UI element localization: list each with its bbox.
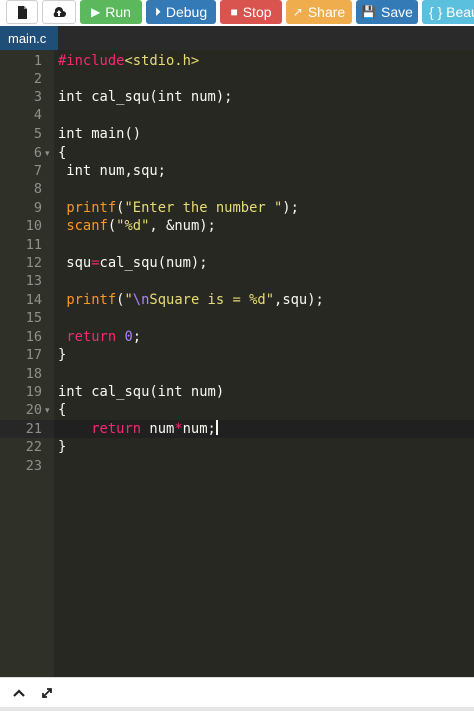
code-line-20: { [58,402,67,418]
expand-icon[interactable] [38,684,56,702]
fold-marker-icon[interactable]: ▾ [45,401,50,419]
save-icon: 💾 [361,5,377,19]
upload-icon [53,6,66,17]
line-number: 5 [33,126,42,142]
debug-button[interactable]: ⏵ Debug [146,0,216,24]
new-file-button[interactable] [6,0,38,24]
beautify-button[interactable]: { } Beau [422,0,474,24]
line-number: 11 [25,237,42,253]
code-line-9: printf("Enter the number "); [66,200,299,216]
line-number: 6 [33,145,42,161]
code-line-5: int main() [58,126,142,142]
debug-icon: ⏵ [154,5,161,19]
tab-filename: main.c [8,30,47,46]
play-icon: ▶ [91,5,101,19]
line-number: 1 [33,53,42,69]
share-label: Share [307,4,346,20]
bottom-strip [0,707,474,711]
save-label: Save [381,4,413,20]
line-number: 22 [25,439,42,455]
code-line-19: int cal_squ(int num) [58,384,225,400]
text-cursor [215,420,218,435]
code-line-16: return 0; [66,329,142,345]
line-number: 17 [25,347,42,363]
line-number: 10 [25,218,42,234]
line-number: 20 [25,402,42,418]
line-number: 15 [25,310,42,326]
line-number: 9 [33,200,42,216]
line-number: 21 [25,421,42,437]
file-tab-bar: main.c [0,26,474,50]
share-icon: ↗ [292,5,303,19]
code-line-3: int cal_squ(int num); [58,89,233,105]
line-number: 7 [33,163,42,179]
toolbar: ▶ Run ⏵ Debug ■ Stop ↗ Share 💾 Save { } … [0,0,474,26]
debug-label: Debug [165,4,208,20]
line-number: 2 [33,71,42,87]
chevron-up-icon[interactable] [10,684,28,702]
stop-button[interactable]: ■ Stop [220,0,282,24]
line-number: 13 [25,273,42,289]
line-number: 23 [25,458,42,474]
code-line-1: #include<stdio.h> [58,53,200,69]
save-button[interactable]: 💾 Save [356,0,418,24]
line-number: 14 [25,292,42,308]
upload-button[interactable] [42,0,76,24]
code-line-17: } [58,347,67,363]
code-editor[interactable]: 1 2 3 4 5 6 7 8 9 10 11 12 13 14 15 16 1… [0,50,474,677]
code-line-21: return num*num; [91,420,218,437]
line-number: 8 [33,181,42,197]
line-number: 4 [33,107,42,123]
stop-icon: ■ [230,5,238,19]
bottom-panel [0,677,474,711]
code-line-7: int num,squ; [58,163,166,179]
tab-main-c[interactable]: main.c [0,26,58,50]
stop-label: Stop [242,4,272,20]
code-line-6: { [58,145,67,161]
code-line-14: printf("\nSquare is = %d",squ); [66,292,324,308]
code-line-12: squ=cal_squ(num); [58,255,208,271]
share-button[interactable]: ↗ Share [286,0,352,24]
line-number: 16 [25,329,42,345]
beautify-label: { } Beau [429,4,474,20]
line-number: 18 [25,366,42,382]
line-number: 3 [33,89,42,105]
line-number: 12 [25,255,42,271]
run-label: Run [105,4,131,20]
run-button[interactable]: ▶ Run [80,0,142,24]
fold-marker-icon[interactable]: ▾ [45,144,50,162]
code-line-22: } [58,439,67,455]
line-number: 19 [25,384,42,400]
code-line-10: scanf("%d", &num); [66,218,216,234]
file-icon [17,5,27,19]
